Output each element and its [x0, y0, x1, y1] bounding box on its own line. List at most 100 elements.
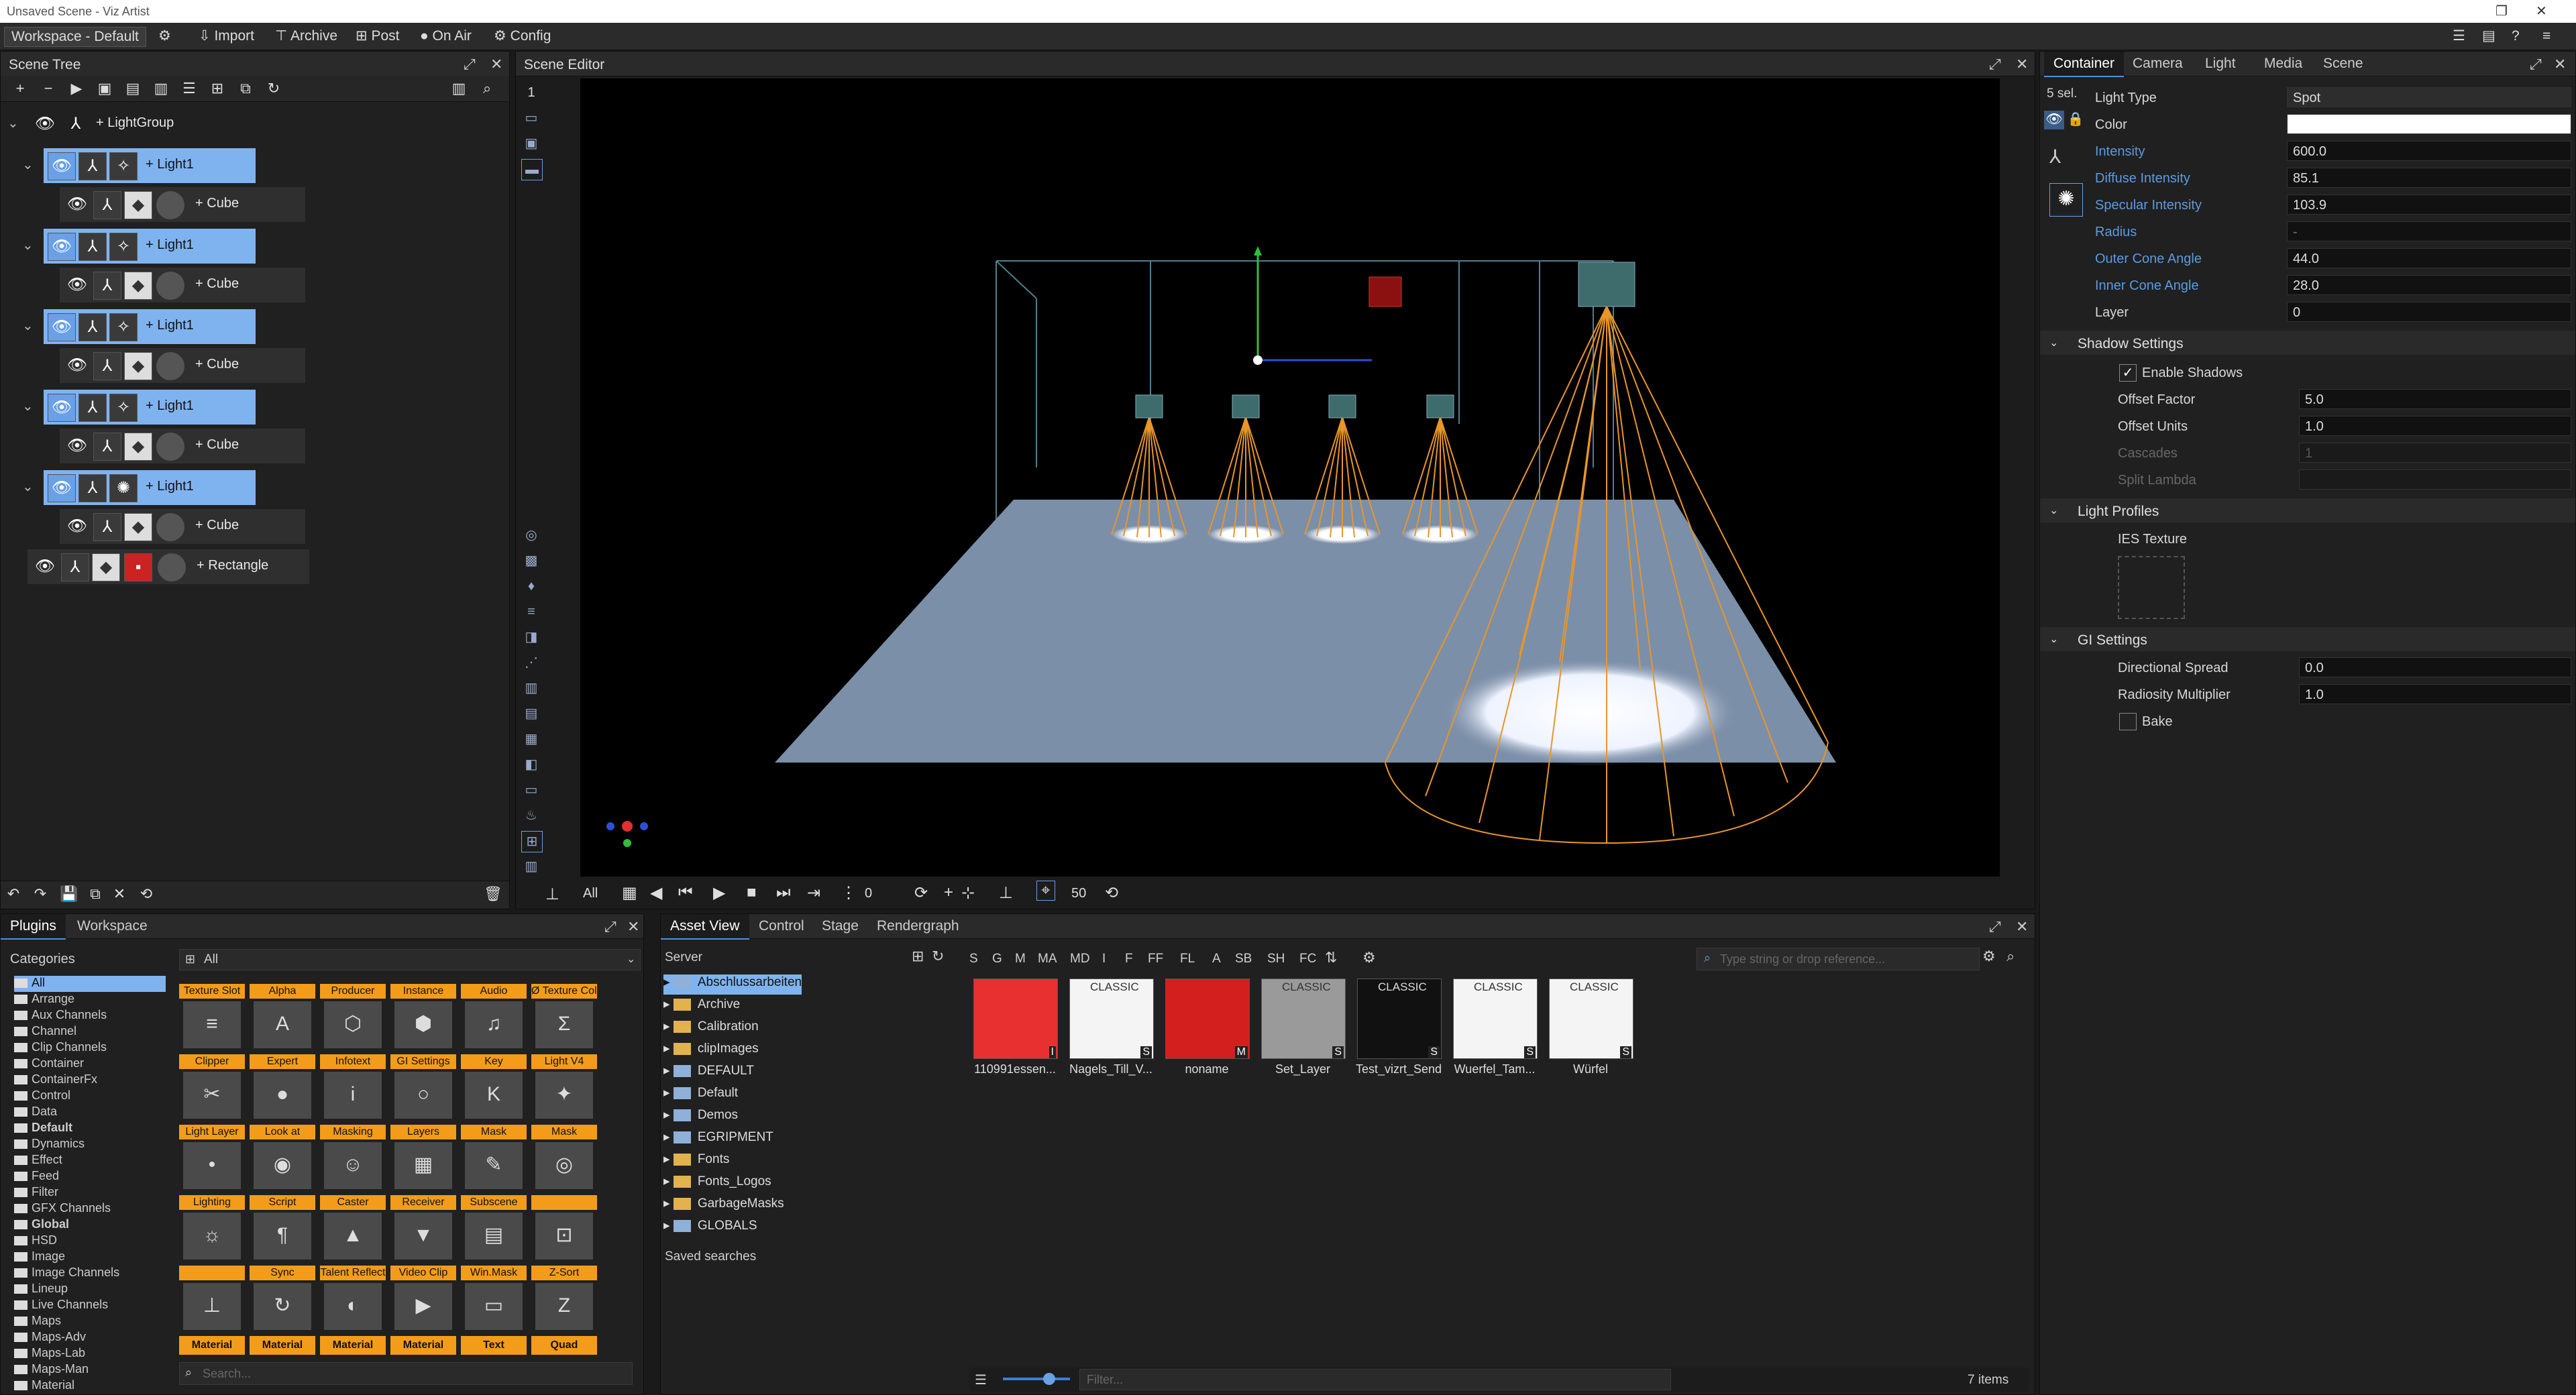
archive-button[interactable]: ⊤ Archive: [275, 27, 337, 46]
range-start-value[interactable]: 0: [865, 886, 872, 901]
marker-icon[interactable]: ⊥: [999, 883, 1013, 903]
tab-scene[interactable]: Scene: [2314, 52, 2373, 76]
plugin-item[interactable]: Ø Texture Color Σ: [531, 984, 597, 1051]
expand-arrow-icon[interactable]: ▸: [663, 1086, 674, 1100]
plugin-item[interactable]: Material: [250, 1336, 315, 1356]
camera-number[interactable]: 1: [521, 82, 541, 103]
plugin-item[interactable]: Look at ◉: [250, 1125, 315, 1192]
category-item[interactable]: Image: [14, 1249, 65, 1266]
expand-icon[interactable]: ⤢: [1989, 918, 2001, 936]
inner-cone-input[interactable]: 28.0: [2287, 275, 2571, 295]
type-filter-button[interactable]: M: [1015, 952, 1026, 966]
keyframe-icon[interactable]: ▦: [622, 883, 637, 903]
profiles-section-header[interactable]: ⌄ Light Profiles: [2040, 498, 2575, 522]
tree-row-light[interactable]: ⌄ 👁 ⅄ ✧ + Light1: [1, 390, 511, 425]
folder-row[interactable]: ▸ Default: [663, 1085, 738, 1105]
type-filter-button[interactable]: S: [969, 952, 978, 966]
close-panel-icon[interactable]: ✕: [490, 56, 502, 73]
transform-icon[interactable]: ⊞: [209, 80, 226, 97]
asset-search[interactable]: ⌕ Type string or drop reference...: [1697, 948, 1980, 970]
search-settings-icon[interactable]: ⌕: [2006, 948, 2015, 965]
add-icon[interactable]: +: [11, 80, 29, 97]
category-item[interactable]: GFX Channels: [14, 1201, 111, 1217]
viewport[interactable]: [580, 78, 2000, 877]
undo-icon[interactable]: ↶: [5, 885, 22, 903]
plugin-item[interactable]: Win.Mask ▭: [461, 1266, 527, 1333]
folder-row[interactable]: ▸ Calibration: [663, 1019, 759, 1039]
plugin-item[interactable]: Layers ▦: [390, 1125, 456, 1192]
save-as-icon[interactable]: ⧉: [87, 885, 104, 903]
folder-row[interactable]: ▸ Archive: [663, 997, 740, 1017]
layout-icon[interactable]: ▤: [2482, 27, 2496, 46]
range-start-icon[interactable]: ⋮: [841, 883, 857, 903]
tree-row-cube[interactable]: 👁 ⅄ ◆ + Cube: [1, 509, 511, 544]
loop-icon[interactable]: ⟳: [914, 883, 928, 903]
bake-checkbox[interactable]: [2119, 713, 2137, 730]
folder-row[interactable]: ▸ Abschlussarbeiten: [663, 974, 802, 995]
radius-input[interactable]: -: [2287, 221, 2571, 241]
eye-icon[interactable]: 👁: [32, 111, 58, 137]
stats-icon[interactable]: ▥: [450, 80, 468, 97]
eye-icon[interactable]: 👁: [64, 513, 91, 540]
plugin-item[interactable]: GI Settings ○: [390, 1054, 456, 1121]
save-icon[interactable]: 💾: [60, 885, 78, 903]
refresh-icon[interactable]: ↻: [932, 948, 944, 965]
light-type-select[interactable]: Spot: [2287, 87, 2571, 107]
close-panel-icon[interactable]: ✕: [627, 918, 639, 936]
expand-arrow-icon[interactable]: ▸: [663, 1174, 674, 1188]
plugin-item[interactable]: Caster ▲: [320, 1195, 386, 1262]
redo-icon[interactable]: ↷: [32, 885, 49, 903]
eye-icon[interactable]: 👁: [64, 433, 91, 459]
grid-icon[interactable]: ⋰: [521, 653, 541, 673]
diffuse-input[interactable]: 85.1: [2287, 168, 2571, 188]
expand-arrow-icon[interactable]: ▸: [663, 1196, 674, 1211]
category-item[interactable]: Maps-Adv: [14, 1330, 86, 1346]
grid-select-icon[interactable]: ⊞: [521, 831, 543, 852]
frame-icon[interactable]: ◨: [521, 627, 541, 647]
plugin-item[interactable]: Talent Reflect ◐: [320, 1266, 386, 1333]
tab-control[interactable]: Control: [749, 914, 814, 938]
post-button[interactable]: ⊞ Post: [356, 27, 399, 46]
asset-item[interactable]: CLASSIC S Würfel: [1549, 979, 1633, 1079]
rewind-icon[interactable]: ◀: [650, 883, 662, 903]
category-item[interactable]: Live Channels: [14, 1298, 108, 1314]
plugin-item[interactable]: Sync ↻: [250, 1266, 315, 1333]
plugin-item[interactable]: ⊡: [531, 1195, 597, 1262]
plugin-item[interactable]: Infotext i: [320, 1054, 386, 1121]
eye-icon[interactable]: 👁: [48, 313, 76, 341]
outer-cone-input[interactable]: 44.0: [2287, 248, 2571, 268]
eye-icon[interactable]: 👁: [48, 152, 76, 180]
timeline-icon[interactable]: ⊥: [545, 885, 559, 904]
step-forward-icon[interactable]: ⏭: [776, 883, 791, 902]
category-item[interactable]: Image Channels: [14, 1266, 119, 1282]
type-filter-button[interactable]: F: [1125, 952, 1133, 966]
collapse-arrow-icon[interactable]: ⌄: [22, 478, 34, 495]
search-icon[interactable]: ⌕: [478, 80, 496, 97]
image-icon[interactable]: ▣: [521, 133, 541, 154]
workspace-selector[interactable]: Workspace - Default: [4, 27, 146, 47]
plugin-item[interactable]: Expert ●: [250, 1054, 315, 1121]
view-icon[interactable]: ▭: [521, 108, 541, 128]
filter-settings-icon[interactable]: ⚙: [1362, 949, 1376, 966]
category-item[interactable]: All: [14, 976, 166, 992]
rect-icon[interactable]: ▭: [521, 780, 541, 800]
collapse-arrow-icon[interactable]: ⌄: [22, 317, 34, 334]
asset-item[interactable]: I 110991essen...: [973, 979, 1058, 1079]
category-item[interactable]: ContainerFx: [14, 1072, 97, 1089]
category-item[interactable]: Control: [14, 1089, 70, 1105]
tree-row-cube[interactable]: 👁 ⅄ ◆ + Cube: [1, 187, 511, 222]
thumbnail-size-slider[interactable]: [1003, 1373, 1070, 1385]
ies-texture-drop[interactable]: [2118, 556, 2185, 619]
close-scene-icon[interactable]: ✕: [111, 885, 128, 903]
expand-arrow-icon[interactable]: ▸: [663, 1108, 674, 1122]
plugin-item[interactable]: Light Layer •: [179, 1125, 245, 1192]
asset-item[interactable]: CLASSIC S Set_Layer: [1261, 979, 1346, 1079]
plugin-item[interactable]: Lighting ☼: [179, 1195, 245, 1262]
tree-row-light[interactable]: ⌄ 👁 ⅄ ✧ + Light1: [1, 148, 511, 183]
plugin-item[interactable]: Instance ⬢: [390, 984, 456, 1051]
collapse-arrow-icon[interactable]: ⌄: [22, 398, 34, 414]
expand-icon[interactable]: ⤢: [2530, 56, 2542, 73]
expand-arrow-icon[interactable]: ▸: [663, 1064, 674, 1078]
transform-key-icon[interactable]: ⊹: [961, 883, 975, 903]
category-item[interactable]: Channel: [14, 1024, 76, 1040]
